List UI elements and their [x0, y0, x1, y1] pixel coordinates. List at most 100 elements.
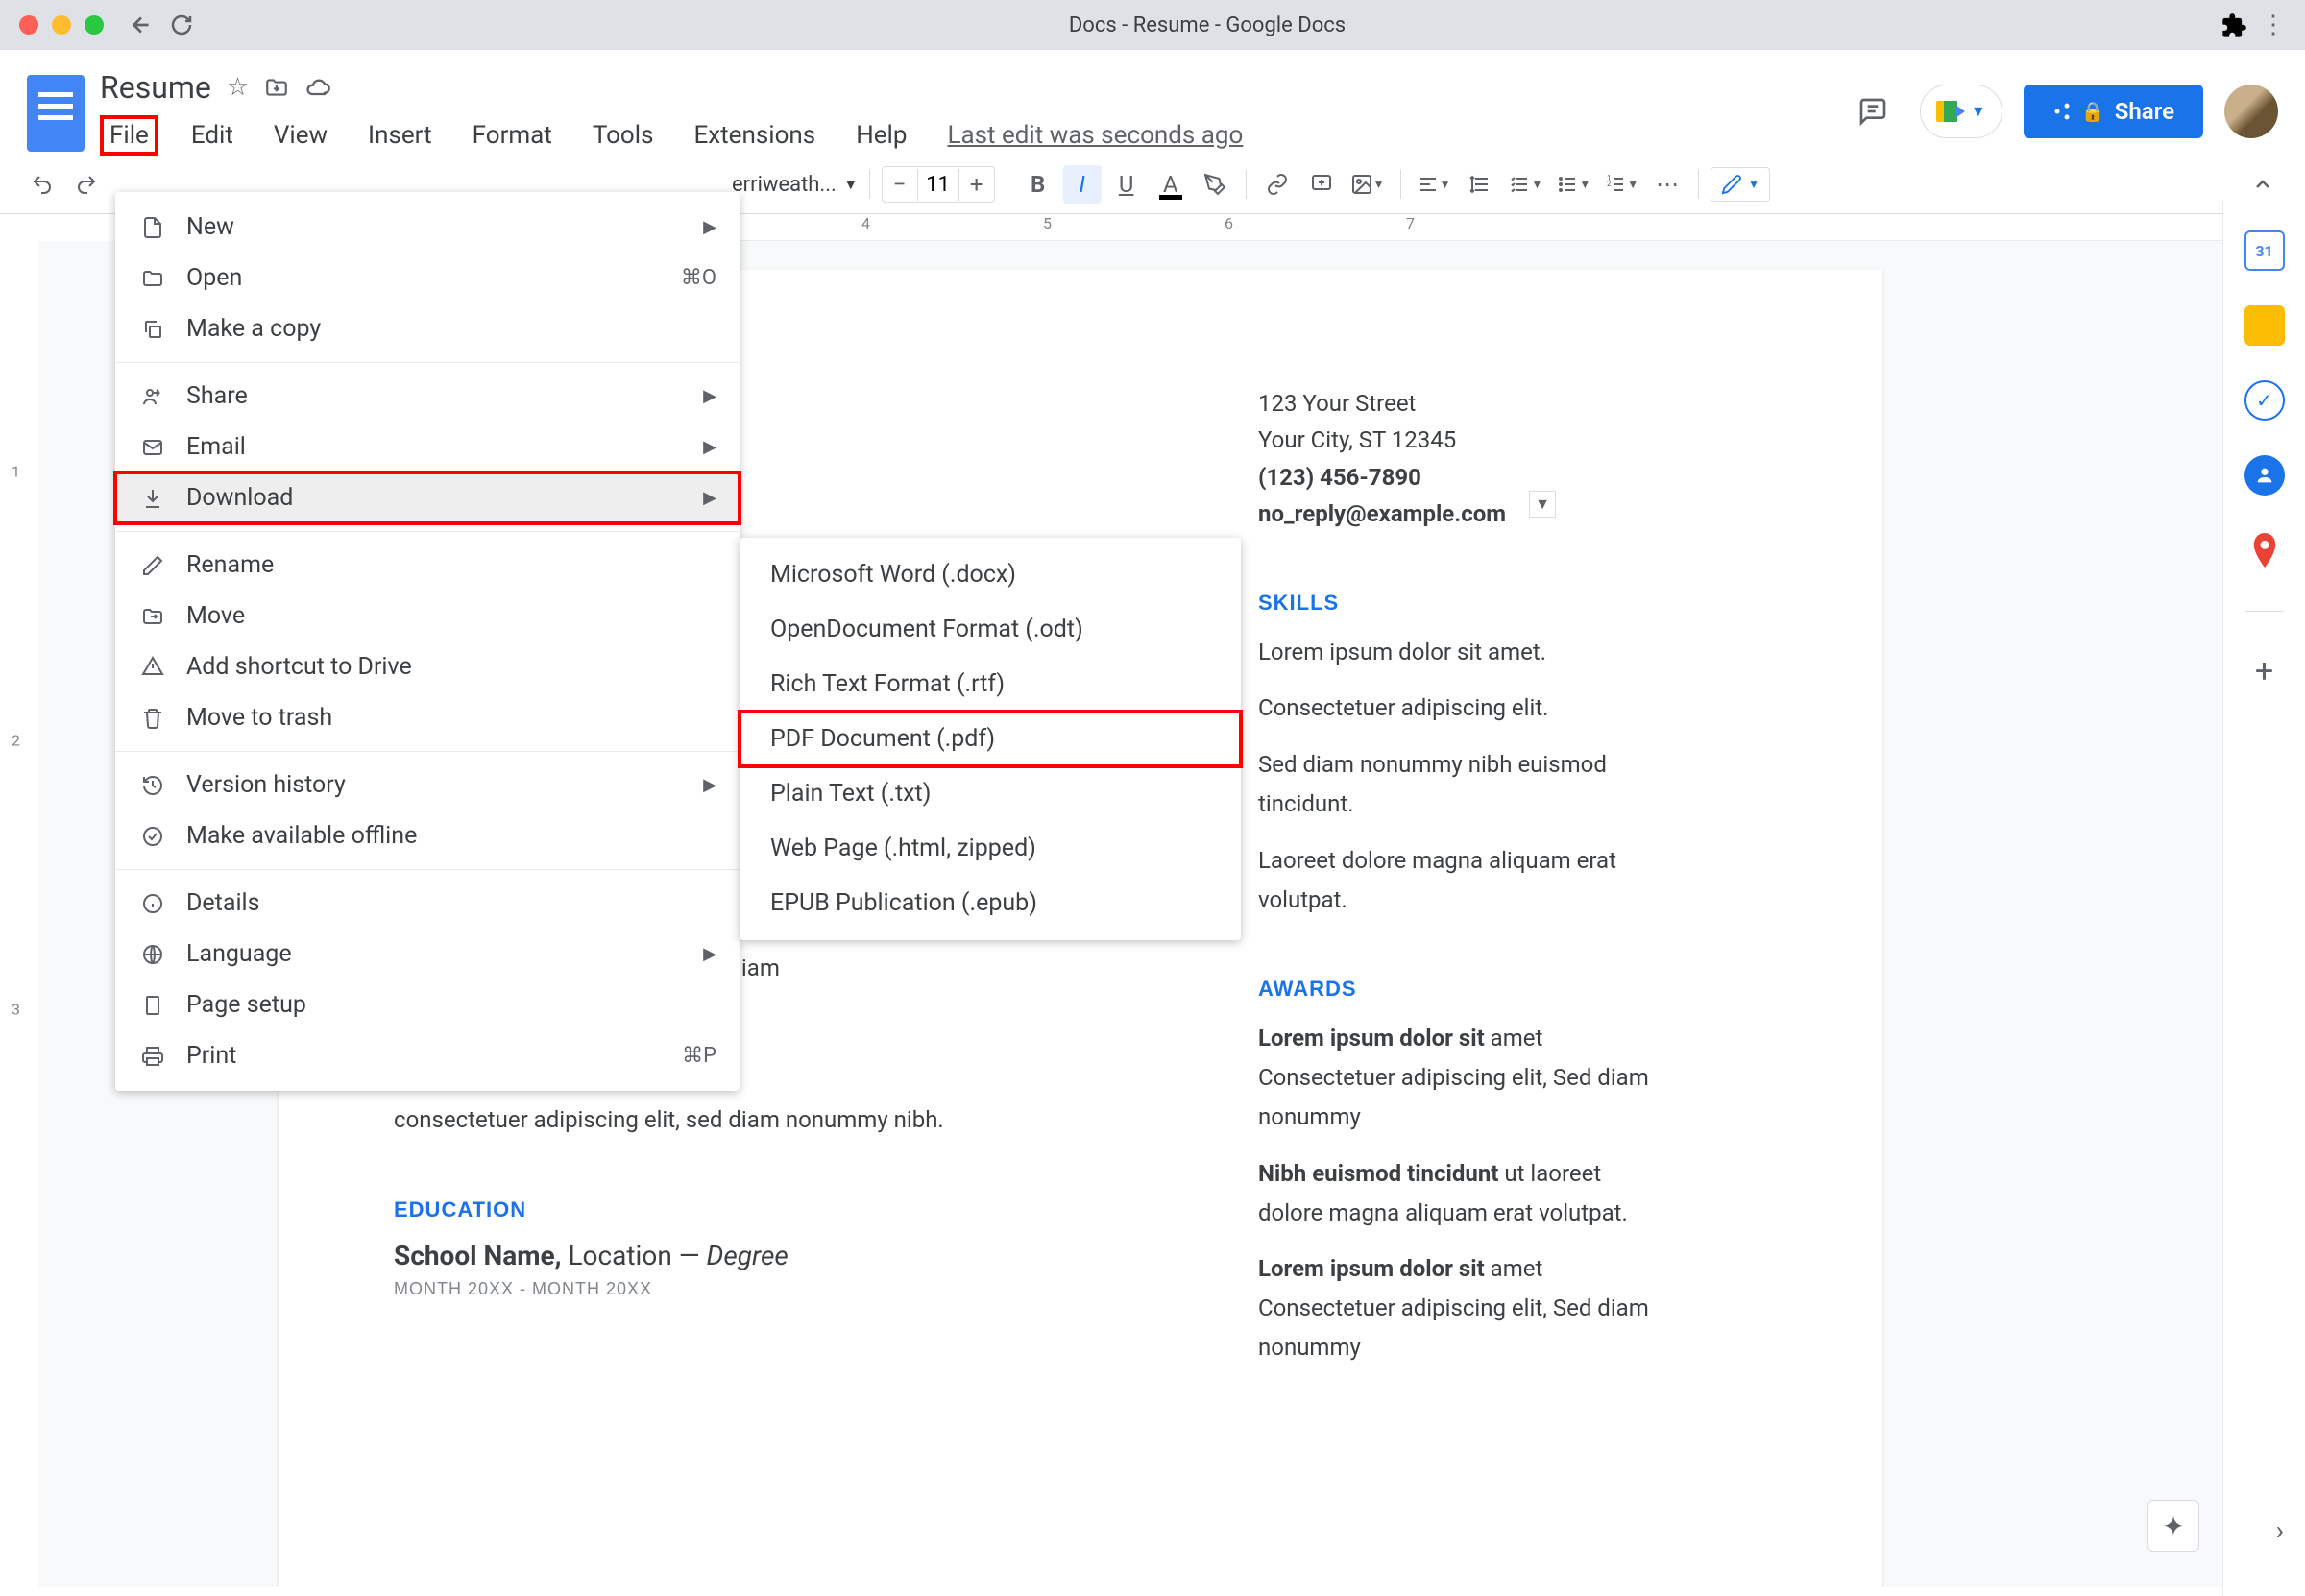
- file-menu-trash[interactable]: Move to trash: [115, 692, 740, 743]
- file-menu-move[interactable]: Move: [115, 591, 740, 641]
- tasks-icon[interactable]: ✓: [2244, 380, 2285, 421]
- editing-mode-button[interactable]: ▼: [1711, 167, 1770, 202]
- line-spacing-button[interactable]: [1460, 165, 1498, 204]
- contact-address: 123 Your Street Your City, ST 12345 (123…: [1258, 385, 1652, 533]
- download-docx[interactable]: Microsoft Word (.docx): [740, 547, 1241, 602]
- browser-more-icon[interactable]: ⋮: [2261, 11, 2286, 39]
- menu-insert[interactable]: Insert: [360, 117, 440, 154]
- file-menu-make-copy[interactable]: Make a copy: [115, 303, 740, 354]
- download-submenu: Microsoft Word (.docx) OpenDocument Form…: [740, 538, 1241, 940]
- file-menu-language[interactable]: Language▶: [115, 929, 740, 979]
- window-maximize[interactable]: [85, 15, 104, 35]
- window-close[interactable]: [19, 15, 38, 35]
- bold-button[interactable]: B: [1019, 165, 1057, 204]
- maps-icon[interactable]: [2244, 530, 2285, 570]
- undo-button[interactable]: [23, 165, 61, 204]
- file-menu-page-setup[interactable]: Page setup: [115, 979, 740, 1030]
- move-folder-icon[interactable]: [264, 75, 289, 100]
- rename-icon: [138, 554, 167, 577]
- menu-help[interactable]: Help: [848, 117, 914, 154]
- offline-icon: [138, 825, 167, 848]
- file-menu-details[interactable]: Details: [115, 878, 740, 929]
- menu-tools[interactable]: Tools: [585, 117, 662, 154]
- ruler-mark: 4: [861, 214, 870, 232]
- bullet-list-button[interactable]: ▼: [1552, 165, 1594, 204]
- file-menu-share[interactable]: Share▶: [115, 371, 740, 422]
- meet-button[interactable]: ▼: [1920, 85, 2002, 138]
- vruler-mark: 1: [12, 463, 20, 481]
- keep-icon[interactable]: [2244, 305, 2285, 346]
- job-description: consectetuer adipiscing elit, sed diam n…: [394, 1100, 1143, 1140]
- checklist-button[interactable]: ▼: [1504, 165, 1546, 204]
- menu-file[interactable]: File: [100, 115, 158, 156]
- comment-button[interactable]: [1302, 165, 1341, 204]
- ruler-mark: 6: [1225, 214, 1233, 232]
- document-title[interactable]: Resume: [100, 69, 211, 106]
- download-epub[interactable]: EPUB Publication (.epub): [740, 876, 1241, 931]
- file-menu-print[interactable]: Print⌘P: [115, 1030, 740, 1081]
- text-color-button[interactable]: A: [1152, 165, 1190, 204]
- font-family-select[interactable]: erriweath...▼: [732, 173, 858, 197]
- menu-format[interactable]: Format: [465, 117, 560, 154]
- reload-button[interactable]: [169, 12, 194, 37]
- download-odt[interactable]: OpenDocument Format (.odt): [740, 602, 1241, 657]
- last-edit-link[interactable]: Last edit was seconds ago: [947, 121, 1243, 150]
- email-icon: [138, 436, 167, 459]
- cloud-status-icon[interactable]: [304, 74, 331, 101]
- add-on-plus-icon[interactable]: +: [2255, 652, 2273, 690]
- menu-view[interactable]: View: [266, 117, 335, 154]
- more-options-button[interactable]: ⋯: [1648, 165, 1686, 204]
- comments-icon[interactable]: [1847, 85, 1899, 137]
- file-menu-email[interactable]: Email▶: [115, 422, 740, 472]
- menu-edit[interactable]: Edit: [183, 117, 241, 154]
- vruler-mark: 3: [12, 1001, 20, 1019]
- back-button[interactable]: [129, 12, 154, 37]
- share-button[interactable]: 🔒 Share: [2024, 85, 2203, 138]
- docs-header: Resume ☆ File Edit View Insert Format To…: [0, 50, 2305, 156]
- user-avatar[interactable]: [2224, 85, 2278, 138]
- image-button[interactable]: ▼: [1347, 165, 1389, 204]
- vertical-ruler[interactable]: 1 2 3: [0, 241, 38, 1587]
- explore-button[interactable]: ✦: [2147, 1500, 2199, 1552]
- redo-button[interactable]: [67, 165, 106, 204]
- skills-text: Lorem ipsum dolor sit amet. Consectetuer…: [1258, 633, 1652, 920]
- collapse-toolbar-button[interactable]: [2244, 165, 2282, 204]
- calendar-icon[interactable]: [2244, 230, 2285, 271]
- download-html[interactable]: Web Page (.html, zipped): [740, 821, 1241, 876]
- page-setup-icon: [138, 994, 167, 1017]
- download-txt[interactable]: Plain Text (.txt): [740, 766, 1241, 821]
- file-menu-download[interactable]: Download▶: [115, 472, 740, 523]
- file-menu-offline[interactable]: Make available offline: [115, 810, 740, 861]
- file-menu-add-shortcut[interactable]: Add shortcut to Drive: [115, 641, 740, 692]
- file-open-icon: [138, 267, 167, 290]
- underline-button[interactable]: U: [1107, 165, 1146, 204]
- download-rtf[interactable]: Rich Text Format (.rtf): [740, 657, 1241, 712]
- highlight-button[interactable]: [1196, 165, 1234, 204]
- history-icon: [138, 774, 167, 797]
- extensions-icon[interactable]: [2220, 12, 2245, 37]
- font-size-increase[interactable]: +: [959, 167, 994, 202]
- font-size-value[interactable]: 11: [917, 169, 959, 201]
- browser-chrome: Docs - Resume - Google Docs ⋮: [0, 0, 2305, 50]
- file-menu-new[interactable]: New▶: [115, 202, 740, 253]
- contacts-icon[interactable]: [2244, 455, 2285, 496]
- side-panel-expand-icon[interactable]: ›: [2276, 1514, 2284, 1546]
- file-menu-rename[interactable]: Rename: [115, 540, 740, 591]
- italic-button[interactable]: I: [1063, 165, 1102, 204]
- align-button[interactable]: ▼: [1413, 165, 1455, 204]
- section-heading-awards: AWARDS: [1258, 977, 1652, 1002]
- expand-caret-icon[interactable]: ▼: [1529, 491, 1556, 518]
- numbered-list-button[interactable]: 12▼: [1600, 165, 1642, 204]
- vruler-mark: 2: [12, 732, 20, 750]
- file-menu-version-history[interactable]: Version history▶: [115, 760, 740, 810]
- file-menu-open[interactable]: Open⌘O: [115, 253, 740, 303]
- window-minimize[interactable]: [52, 15, 71, 35]
- menu-extensions[interactable]: Extensions: [687, 117, 824, 154]
- docs-logo-icon[interactable]: [27, 75, 85, 152]
- download-pdf[interactable]: PDF Document (.pdf): [740, 712, 1241, 766]
- font-size-decrease[interactable]: −: [883, 167, 917, 202]
- ruler-mark: 7: [1406, 214, 1415, 232]
- link-button[interactable]: [1258, 165, 1297, 204]
- font-size-control: − 11 +: [882, 166, 995, 203]
- star-icon[interactable]: ☆: [227, 73, 249, 102]
